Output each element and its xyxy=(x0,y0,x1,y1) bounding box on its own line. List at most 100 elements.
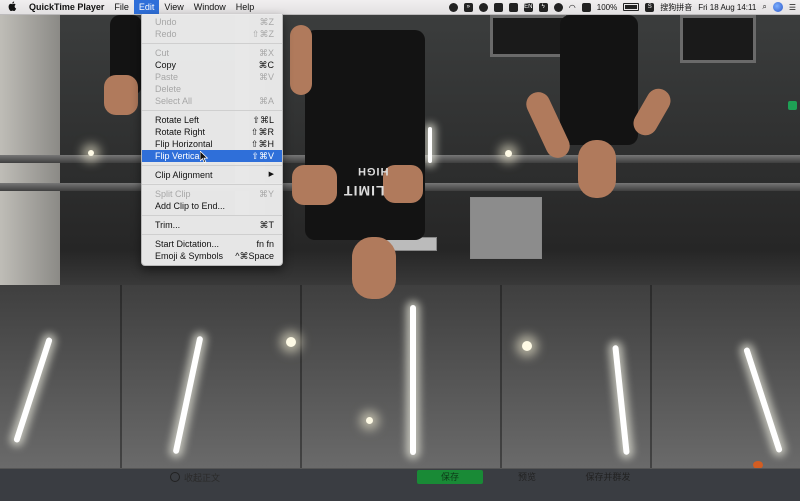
menu-item-label: Rotate Left xyxy=(155,115,200,125)
floor-seam xyxy=(120,285,122,468)
menu-item-label: Delete xyxy=(155,84,182,94)
menu-item-shortcut: ⇧⌘V xyxy=(251,151,274,161)
menu-item-flip-horizontal[interactable]: Flip Horizontal ⇧⌘H xyxy=(142,138,282,150)
preview-button[interactable]: 预览 xyxy=(512,470,542,484)
window-menu[interactable]: Window xyxy=(189,0,231,14)
menu-item-label: Select All xyxy=(155,96,193,106)
ceiling-spotlight xyxy=(366,417,373,424)
clock-icon[interactable] xyxy=(553,2,563,12)
menu-item-select-all: Select All ⌘A xyxy=(142,95,282,107)
save-and-publish-button[interactable]: 保存并群发 xyxy=(578,470,638,484)
hand xyxy=(383,165,423,203)
file-menu[interactable]: File xyxy=(109,0,134,14)
menu-item-shortcut: ^⌘Space xyxy=(235,251,274,261)
menu-item-shortcut: ⌘T xyxy=(259,220,275,230)
menu-item-flip-vertical[interactable]: Flip Vertical ⇧⌘V xyxy=(142,150,282,162)
menu-item-add-clip-to-end[interactable]: Add Clip to End... xyxy=(142,200,282,212)
menu-item-shortcut: ⌘A xyxy=(258,96,274,106)
eye-icon[interactable] xyxy=(478,2,488,12)
record-icon[interactable] xyxy=(448,2,458,12)
airplay-icon[interactable] xyxy=(581,2,591,12)
building-window xyxy=(680,15,756,63)
menu-item-cut: Cut ⌘X xyxy=(142,47,282,59)
app-menu[interactable]: QuickTime Player xyxy=(24,0,109,14)
menu-item-delete: Delete xyxy=(142,83,282,95)
apple-icon xyxy=(8,1,16,12)
chat-icon[interactable] xyxy=(508,2,518,12)
menu-bar: QuickTime Player File Edit View Window H… xyxy=(0,0,800,15)
video-frame[interactable]: LIMIT HIGH xyxy=(0,15,800,468)
menu-separator xyxy=(142,184,282,185)
edit-menu-title[interactable]: Edit xyxy=(133,0,160,14)
bag-icon[interactable] xyxy=(493,2,503,12)
menu-item-clip-alignment[interactable]: Clip Alignment ▶ xyxy=(142,169,282,181)
clock-datetime[interactable]: Fri 18 Aug 14:11 xyxy=(698,3,756,12)
shirt xyxy=(305,30,425,240)
collapse-text-label[interactable]: 收起正文 xyxy=(184,471,220,484)
menu-item-shortcut: fn fn xyxy=(256,239,274,249)
save-button[interactable]: 保存 xyxy=(417,470,483,484)
status-area: » EN ϟ ◠ 100% S 搜狗拼音 Fri 18 Aug 14:11 ⌕ … xyxy=(448,0,796,14)
collapse-icon[interactable] xyxy=(170,472,180,482)
exit-sign-icon xyxy=(788,101,797,110)
shirt-text: LIMIT xyxy=(343,183,385,199)
left-wall xyxy=(0,15,60,315)
menu-item-label: Split Clip xyxy=(155,189,191,199)
hand xyxy=(104,75,138,115)
menu-item-copy[interactable]: Copy ⌘C xyxy=(142,59,282,71)
air-duct xyxy=(470,197,542,259)
forward-icon[interactable]: » xyxy=(463,2,473,12)
menu-item-label: Undo xyxy=(155,17,177,27)
view-menu[interactable]: View xyxy=(159,0,188,14)
help-menu[interactable]: Help xyxy=(231,0,260,14)
menu-separator xyxy=(142,110,282,111)
menu-item-label: Rotate Right xyxy=(155,127,206,137)
input-method-label[interactable]: 搜狗拼音 xyxy=(660,2,692,13)
menu-item-label: Start Dictation... xyxy=(155,239,220,249)
menu-separator xyxy=(142,234,282,235)
led-strip xyxy=(428,127,432,163)
bolt-icon[interactable]: ϟ xyxy=(538,2,548,12)
spotlight-search-icon[interactable]: ⌕ xyxy=(762,2,766,12)
menu-item-label: Flip Vertical xyxy=(155,151,202,161)
menu-item-undo: Undo ⌘Z xyxy=(142,16,282,28)
head xyxy=(578,140,616,198)
menu-item-shortcut: ⌘C xyxy=(258,60,275,70)
menu-item-paste: Paste ⌘V xyxy=(142,71,282,83)
apple-menu[interactable] xyxy=(0,0,24,14)
menu-item-rotate-left[interactable]: Rotate Left ⇧⌘L xyxy=(142,114,282,126)
menu-item-label: Add Clip to End... xyxy=(155,201,226,211)
notification-center-icon[interactable]: ☰ xyxy=(789,3,796,12)
menu-item-label: Cut xyxy=(155,48,170,58)
submenu-arrow-icon: ▶ xyxy=(268,171,274,178)
menu-item-shortcut: ⇧⌘R xyxy=(250,127,274,137)
led-strip xyxy=(410,305,416,455)
menu-item-start-dictation[interactable]: Start Dictation... fn fn xyxy=(142,238,282,250)
wifi-icon[interactable]: ◠ xyxy=(569,3,576,12)
menu-item-trim[interactable]: Trim... ⌘T xyxy=(142,219,282,231)
user-avatar[interactable] xyxy=(772,2,783,12)
floor-seam xyxy=(500,285,502,468)
menu-separator xyxy=(142,43,282,44)
menu-item-label: Trim... xyxy=(155,220,181,230)
floor-marker xyxy=(753,461,763,468)
ceiling-spotlight xyxy=(505,150,512,157)
menu-separator xyxy=(142,165,282,166)
battery-icon[interactable] xyxy=(623,3,640,11)
menu-item-label: Clip Alignment xyxy=(155,170,213,180)
menu-separator xyxy=(142,215,282,216)
menu-item-rotate-right[interactable]: Rotate Right ⇧⌘R xyxy=(142,126,282,138)
floor-seam xyxy=(300,285,302,468)
menu-item-redo: Redo ⇧⌘Z xyxy=(142,28,282,40)
menu-item-label: Redo xyxy=(155,29,177,39)
sogou-icon[interactable]: S xyxy=(645,2,655,12)
shirt-text: HIGH xyxy=(357,165,389,177)
menu-item-label: Emoji & Symbols xyxy=(155,251,224,261)
menu-item-shortcut: ⇧⌘H xyxy=(250,139,274,149)
bottom-toolbar: 收起正文 保存 预览 保存并群发 xyxy=(0,468,800,501)
edit-menu-dropdown: Undo ⌘Z Redo ⇧⌘Z Cut ⌘X Copy ⌘C Paste ⌘V Delete Sel… xyxy=(141,14,283,266)
menu-item-emoji-symbols[interactable]: Emoji & Symbols ^⌘Space xyxy=(142,250,282,262)
head xyxy=(352,237,396,299)
menu-item-shortcut: ⌘Y xyxy=(258,189,274,199)
input-en-icon[interactable]: EN xyxy=(523,2,533,12)
